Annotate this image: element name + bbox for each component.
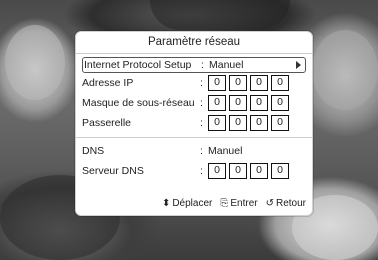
dns-server-octet-4[interactable]: 0 <box>271 163 289 179</box>
gateway-octet-2[interactable]: 0 <box>229 115 247 131</box>
ip-address-label: Adresse IP <box>82 77 134 89</box>
subnet-mask-label: Masque de sous-réseau <box>82 97 195 109</box>
subnet-mask-fields: 0 0 0 0 <box>208 95 306 111</box>
footer-hints: ⬍ Déplacer ⎘ Entrer ↺ Retour <box>76 198 312 209</box>
colon-separator: : <box>201 59 204 71</box>
dialog-title: Paramètre réseau <box>76 32 312 54</box>
return-icon: ↺ <box>265 198 274 209</box>
colon-separator: : <box>200 117 203 129</box>
move-hint: ⬍ Déplacer <box>162 198 212 209</box>
subnet-mask-octet-1[interactable]: 0 <box>208 95 226 111</box>
background-photo-hair <box>150 0 290 30</box>
ip-address-fields: 0 0 0 0 <box>208 75 306 91</box>
dns-row[interactable]: DNS : Manuel <box>82 141 306 161</box>
subnet-mask-octet-2[interactable]: 0 <box>229 95 247 111</box>
dns-server-fields: 0 0 0 0 <box>208 163 306 179</box>
enter-hint: ⎘ Entrer <box>220 198 257 209</box>
enter-hint-label: Entrer <box>230 198 258 209</box>
dns-server-label: Serveur DNS <box>82 165 144 177</box>
gateway-row[interactable]: Passerelle : 0 0 0 0 <box>82 113 306 133</box>
internet-protocol-setup-label: Internet Protocol Setup <box>84 59 192 71</box>
dns-value[interactable]: Manuel <box>208 141 306 161</box>
dns-server-octet-2[interactable]: 0 <box>229 163 247 179</box>
ip-address-octet-4[interactable]: 0 <box>271 75 289 91</box>
background-photo-child-left <box>5 25 65 100</box>
section-divider <box>76 137 312 138</box>
background-photo-child-right <box>312 30 378 110</box>
return-hint-label: Retour <box>275 198 306 209</box>
ip-address-octet-2[interactable]: 0 <box>229 75 247 91</box>
ip-address-octet-1[interactable]: 0 <box>208 75 226 91</box>
network-settings-dialog: Paramètre réseau Internet Protocol Setup… <box>75 31 313 216</box>
dns-server-octet-1[interactable]: 0 <box>208 163 226 179</box>
dns-server-row[interactable]: Serveur DNS : 0 0 0 0 <box>82 161 306 181</box>
subnet-mask-octet-4[interactable]: 0 <box>271 95 289 111</box>
ip-address-row[interactable]: Adresse IP : 0 0 0 0 <box>82 73 306 93</box>
enter-icon: ⎘ <box>220 198 229 209</box>
ip-address-octet-3[interactable]: 0 <box>250 75 268 91</box>
gateway-octet-4[interactable]: 0 <box>271 115 289 131</box>
subnet-mask-octet-3[interactable]: 0 <box>250 95 268 111</box>
gateway-octet-3[interactable]: 0 <box>250 115 268 131</box>
gateway-octet-1[interactable]: 0 <box>208 115 226 131</box>
colon-separator: : <box>200 145 203 157</box>
return-hint: ↺ Retour <box>266 198 306 209</box>
gateway-label: Passerelle <box>82 117 132 129</box>
chevron-right-icon[interactable] <box>296 61 301 69</box>
internet-protocol-setup-value[interactable]: Manuel <box>209 58 305 72</box>
up-down-arrows-icon: ⬍ <box>161 198 171 209</box>
gateway-fields: 0 0 0 0 <box>208 115 306 131</box>
colon-separator: : <box>200 165 203 177</box>
colon-separator: : <box>200 77 203 89</box>
dns-server-octet-3[interactable]: 0 <box>250 163 268 179</box>
subnet-mask-row[interactable]: Masque de sous-réseau : 0 0 0 0 <box>82 93 306 113</box>
move-hint-label: Déplacer <box>172 198 213 209</box>
colon-separator: : <box>200 97 203 109</box>
internet-protocol-setup-row[interactable]: Internet Protocol Setup : Manuel <box>82 57 306 73</box>
dns-label: DNS <box>82 145 105 157</box>
